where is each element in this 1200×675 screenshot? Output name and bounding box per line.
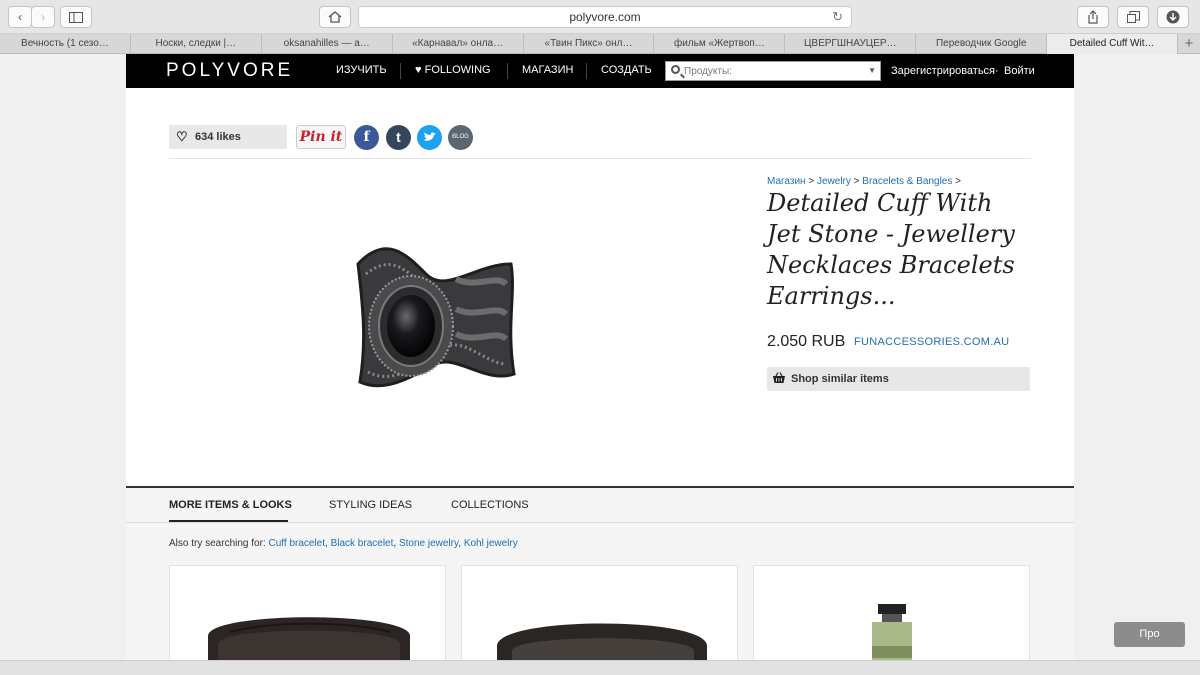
breadcrumb: Магазин > Jewelry > Bracelets & Bangles … bbox=[767, 176, 961, 187]
product-price: 2.050 RUB bbox=[767, 333, 846, 350]
browser-tab-active[interactable]: Detailed Cuff Wit… bbox=[1047, 34, 1179, 54]
tab-styling-ideas[interactable]: STYLING IDEAS bbox=[329, 499, 412, 511]
downloads-button[interactable] bbox=[1157, 6, 1189, 28]
product-card-image bbox=[208, 617, 410, 674]
browser-tab-bar: Вечность (1 сезо… Носки, следки |… oksan… bbox=[0, 34, 1200, 54]
shop-similar-button[interactable]: Shop similar items bbox=[767, 367, 1030, 391]
product-card[interactable] bbox=[169, 565, 446, 675]
search-suggestion-link[interactable]: Stone jewelry bbox=[399, 538, 458, 549]
tab-collections[interactable]: COLLECTIONS bbox=[451, 499, 529, 511]
search-suggestion-link[interactable]: Cuff bracelet bbox=[269, 538, 326, 549]
also-searching: Also try searching for: Cuff bracelet, B… bbox=[169, 538, 518, 549]
browser-tab[interactable]: Переводчик Google bbox=[916, 34, 1048, 54]
twitter-icon[interactable] bbox=[417, 125, 442, 150]
back-button[interactable]: ‹ bbox=[8, 6, 32, 28]
chevron-down-icon[interactable]: ▼ bbox=[868, 66, 876, 75]
tabs-overview-button[interactable] bbox=[1117, 6, 1149, 28]
blog-icon[interactable]: BLOG bbox=[448, 125, 473, 150]
new-tab-button[interactable]: + bbox=[1178, 34, 1200, 53]
nav-divider bbox=[507, 63, 508, 79]
like-count: 634 likes bbox=[195, 131, 241, 143]
breadcrumb-separator: > bbox=[853, 176, 860, 187]
search-suggestion-link[interactable]: Kohl jewelry bbox=[464, 538, 518, 549]
browser-tab[interactable]: Вечность (1 сезо… bbox=[0, 34, 131, 54]
url-text: polyvore.com bbox=[569, 10, 641, 24]
tab-more-items[interactable]: MORE ITEMS & LOOKS bbox=[169, 499, 292, 511]
suggestion-separator: , bbox=[325, 538, 328, 549]
nav-explore[interactable]: ИЗУЧИТЬ bbox=[336, 64, 387, 76]
reload-icon[interactable]: ↻ bbox=[832, 7, 843, 27]
browser-toolbar: ‹ › polyvore.com ↻ bbox=[0, 0, 1200, 34]
product-search: ▼ bbox=[665, 61, 881, 81]
breadcrumb-bracelets[interactable]: Bracelets & Bangles bbox=[862, 176, 952, 187]
product-card-image bbox=[497, 623, 707, 674]
share-divider bbox=[169, 158, 1031, 159]
nav-create[interactable]: СОЗДАТЬ bbox=[601, 64, 652, 76]
search-suggestion-link[interactable]: Black bracelet bbox=[331, 538, 394, 549]
product-card[interactable] bbox=[753, 565, 1030, 675]
home-icon bbox=[328, 11, 342, 23]
breadcrumb-separator: > bbox=[955, 176, 961, 187]
sidebar-icon bbox=[69, 11, 83, 23]
chevron-left-icon: ‹ bbox=[18, 10, 22, 24]
nav-divider bbox=[586, 63, 587, 79]
browser-tab[interactable]: Носки, следки |… bbox=[131, 34, 262, 54]
like-button[interactable]: ♡ 634 likes bbox=[169, 125, 287, 149]
pro-button[interactable]: Про bbox=[1114, 622, 1185, 647]
download-icon bbox=[1166, 10, 1180, 24]
product-card[interactable] bbox=[461, 565, 738, 675]
browser-tab[interactable]: ЦВЕРГШНАУЦЕР… bbox=[785, 34, 917, 54]
nav-following[interactable]: ♥ FOLLOWING bbox=[415, 64, 491, 76]
sidebar-button[interactable] bbox=[60, 6, 92, 28]
share-icon bbox=[1088, 10, 1098, 24]
register-link[interactable]: Зарегистрироваться bbox=[891, 65, 995, 77]
home-button[interactable] bbox=[319, 6, 351, 28]
breadcrumb-shop[interactable]: Магазин bbox=[767, 176, 806, 187]
suggestion-separator: , bbox=[393, 538, 397, 549]
twitter-bird-glyph bbox=[424, 132, 436, 141]
login-link[interactable]: Войти bbox=[1004, 65, 1035, 77]
share-button[interactable] bbox=[1077, 6, 1109, 28]
nav-shop[interactable]: МАГАЗИН bbox=[522, 64, 573, 76]
product-image[interactable] bbox=[346, 234, 526, 414]
product-card-image bbox=[872, 604, 912, 674]
polyvore-logo[interactable]: POLYVORE bbox=[166, 60, 293, 82]
search-icon bbox=[671, 65, 680, 74]
breadcrumb-separator: > bbox=[808, 176, 815, 187]
browser-tab[interactable]: «Карнавал» онла… bbox=[393, 34, 524, 54]
browser-tab[interactable]: «Твин Пикс» онл… bbox=[524, 34, 655, 54]
section-divider bbox=[126, 522, 1074, 523]
heart-icon: ♥ bbox=[415, 64, 422, 76]
chevron-right-icon: › bbox=[41, 10, 45, 24]
heart-outline-icon: ♡ bbox=[176, 129, 188, 144]
facebook-icon[interactable]: f bbox=[354, 125, 379, 150]
site-nav: POLYVORE ИЗУЧИТЬ ♥ FOLLOWING МАГАЗИН СОЗ… bbox=[126, 54, 1074, 88]
tumblr-icon[interactable]: t bbox=[386, 125, 411, 150]
address-bar[interactable]: polyvore.com ↻ bbox=[358, 6, 852, 28]
search-input[interactable] bbox=[684, 63, 860, 79]
breadcrumb-jewelry[interactable]: Jewelry bbox=[817, 176, 851, 187]
browser-tab[interactable]: oksanahilles — a… bbox=[262, 34, 393, 54]
nav-divider bbox=[400, 63, 401, 79]
web-page: POLYVORE ИЗУЧИТЬ ♥ FOLLOWING МАГАЗИН СОЗ… bbox=[126, 54, 1074, 675]
browser-tab[interactable]: фильм «Жертвоп… bbox=[654, 34, 786, 54]
auth-separator: · bbox=[995, 65, 999, 77]
product-title: Detailed Cuff With Jet Stone - Jewellery… bbox=[767, 189, 1015, 310]
basket-icon bbox=[773, 372, 785, 383]
tabs-icon bbox=[1126, 11, 1140, 23]
also-searching-label: Also try searching for: bbox=[169, 538, 266, 549]
shop-similar-label: Shop similar items bbox=[791, 373, 889, 385]
forward-button[interactable]: › bbox=[31, 6, 55, 28]
store-link[interactable]: FUNACCESSORIES.COM.AU bbox=[854, 336, 1009, 348]
pinit-button[interactable]: Pin it bbox=[296, 125, 346, 149]
suggestion-separator: , bbox=[458, 538, 462, 549]
nav-following-label: FOLLOWING bbox=[424, 64, 491, 76]
browser-bottom-bar bbox=[0, 660, 1200, 675]
